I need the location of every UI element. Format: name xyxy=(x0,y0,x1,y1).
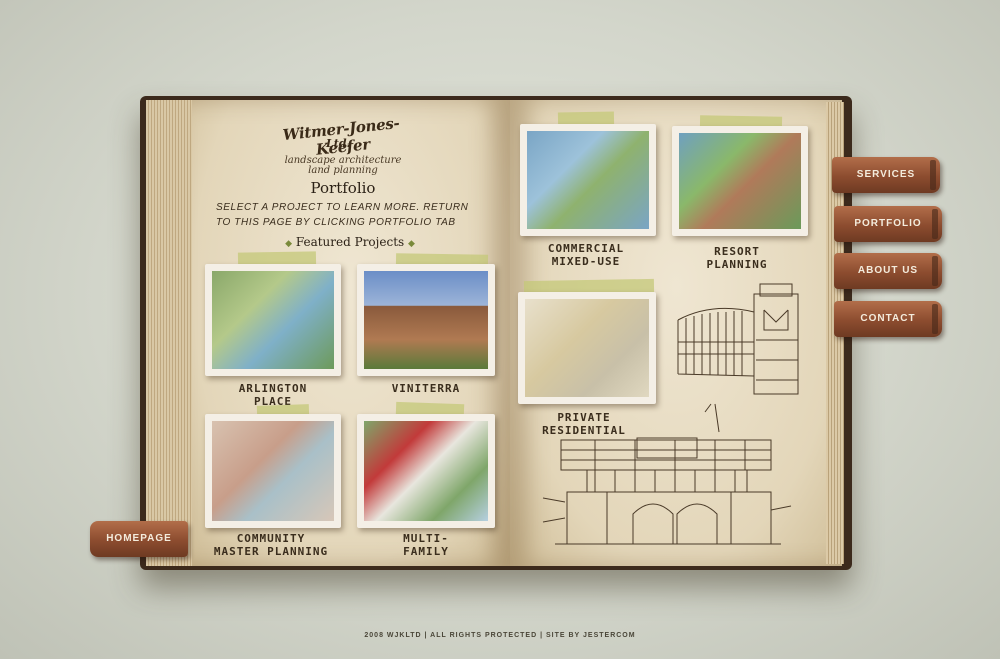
homepage-tab[interactable]: HOMEPAGE xyxy=(90,521,188,557)
project-caption-community-master-planning[interactable]: COMMUNITY MASTER PLANNING xyxy=(196,532,346,558)
caption-line-2: MIXED-USE xyxy=(551,255,621,268)
caption-line-2: PLANNING xyxy=(706,258,768,271)
arlington-place-image xyxy=(212,271,334,369)
project-caption-arlington-place[interactable]: ARLINGTON PLACE xyxy=(205,382,341,408)
project-caption-resort-planning[interactable]: RESORT PLANNING xyxy=(666,245,808,271)
caption-line-2: FAMILY xyxy=(403,545,449,558)
diamond-icon: ◆ xyxy=(408,239,415,249)
project-thumb-commercial-mixed-use[interactable] xyxy=(520,124,656,236)
featured-heading-label: Featured Projects xyxy=(295,235,405,249)
caption-line-1: COMMUNITY xyxy=(236,532,306,545)
project-thumb-private-residential[interactable] xyxy=(518,292,656,404)
caption-line-1: RESORT xyxy=(714,245,760,258)
nav-tab-services[interactable]: SERVICES xyxy=(832,157,940,193)
project-thumb-resort-planning[interactable] xyxy=(672,126,808,236)
viniterra-image xyxy=(364,271,488,369)
commercial-mixed-use-image xyxy=(527,131,649,229)
project-thumb-community-master-planning[interactable] xyxy=(205,414,341,528)
private-residential-image xyxy=(525,299,649,397)
community-master-planning-image xyxy=(212,421,334,521)
gate-sketch-illustration xyxy=(677,283,799,395)
caption-line-1: COMMERCIAL xyxy=(547,242,625,255)
resort-planning-image xyxy=(679,133,801,229)
nav-tab-about-us[interactable]: ABOUT US xyxy=(834,253,942,289)
project-caption-multi-family[interactable]: MULTI- FAMILY xyxy=(357,532,495,558)
diamond-icon: ◆ xyxy=(285,239,292,249)
multi-family-image xyxy=(364,421,488,521)
tagline-line-2: land planning xyxy=(308,165,378,176)
nav-tab-portfolio[interactable]: PORTFOLIO xyxy=(834,206,942,242)
nav-tab-contact[interactable]: CONTACT xyxy=(834,301,942,337)
project-thumb-arlington-place[interactable] xyxy=(205,264,341,376)
featured-projects-heading: ◆ Featured Projects ◆ xyxy=(250,235,450,249)
page-title: Portfolio xyxy=(310,179,376,197)
logo-ltd: Ltd. xyxy=(326,137,351,150)
project-caption-commercial-mixed-use[interactable]: COMMERCIAL MIXED-USE xyxy=(515,242,657,268)
project-caption-viniterra[interactable]: VINITERRA xyxy=(357,382,495,395)
caption-line-1: MULTI- xyxy=(403,532,449,545)
caption-line-1: VINITERRA xyxy=(391,382,461,395)
caption-line-1: ARLINGTON xyxy=(238,382,308,395)
project-thumb-viniterra[interactable] xyxy=(357,264,495,376)
logo-tagline: landscape architecture land planning xyxy=(268,156,418,176)
project-thumb-multi-family[interactable] xyxy=(357,414,495,528)
page-stack-left xyxy=(146,100,194,566)
pergola-sketch-illustration xyxy=(542,403,792,545)
footer-text: 2008 WJKLTD | ALL RIGHTS PROTECTED | SIT… xyxy=(364,632,636,639)
instructions-text: SELECT A PROJECT TO LEARN MORE. RETURN T… xyxy=(216,202,469,228)
caption-line-2: MASTER PLANNING xyxy=(213,545,329,558)
